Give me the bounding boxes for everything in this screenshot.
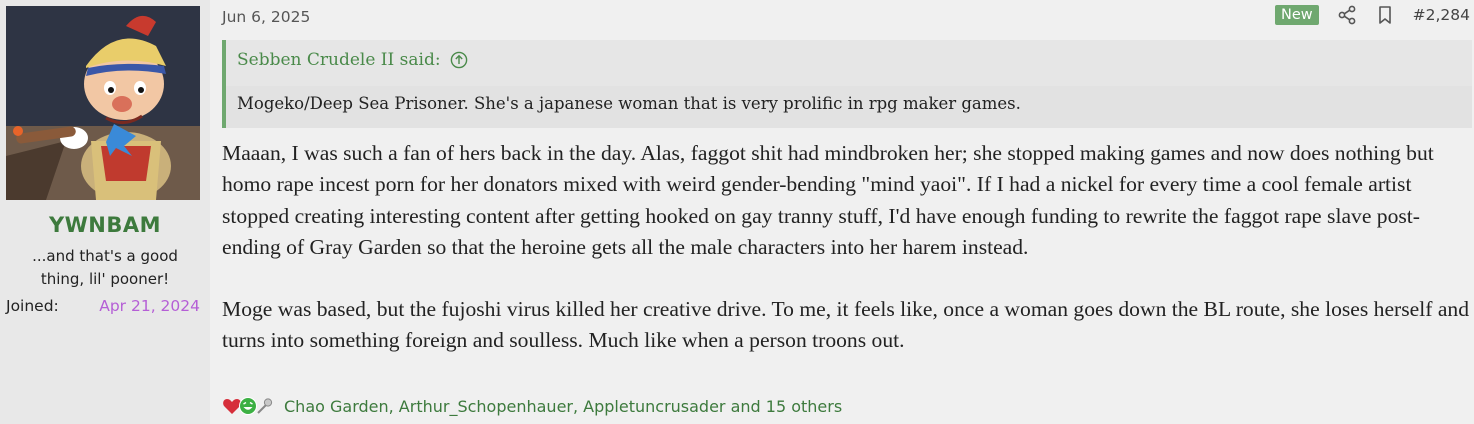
quote-block: Sebben Crudele II said: Mogeko/Deep Sea … [222, 40, 1472, 128]
joined-date: Apr 21, 2024 [99, 297, 200, 315]
avatar-image [6, 6, 200, 200]
post-number[interactable]: #2,284 [1413, 6, 1470, 24]
user-title: ...and that's a good thing, lil' pooner! [32, 247, 178, 288]
reaction-icons[interactable] [222, 396, 273, 416]
username[interactable]: YWNBAM [0, 213, 210, 237]
reactions-bar: Chao Garden, Arthur_Schopenhauer, Applet… [222, 396, 842, 416]
post-body: Maaan, I was such a fan of hers back in … [222, 138, 1472, 357]
post: Jun 6, 2025 New #2,284 Sebben Crudele II… [222, 0, 1474, 424]
quote-content: Mogeko/Deep Sea Prisoner. She's a japane… [226, 86, 1472, 128]
bookmark-icon[interactable] [1375, 5, 1395, 25]
user-sidebar: YWNBAM ...and that's a good thing, lil' … [0, 0, 210, 424]
joined-label: Joined: [6, 297, 59, 315]
quote-header: Sebben Crudele II said: [237, 50, 468, 70]
reaction-users[interactable]: Chao Garden, Arthur_Schopenhauer, Applet… [284, 397, 842, 416]
post-actions: New #2,284 [1274, 5, 1470, 25]
post-paragraph: Maaan, I was such a fan of hers back in … [222, 141, 1434, 259]
arrow-up-circle-icon[interactable] [450, 51, 468, 69]
quote-author[interactable]: Sebben Crudele II said: [237, 50, 441, 70]
microphone-icon [254, 396, 274, 416]
share-icon[interactable] [1337, 5, 1357, 25]
new-badge: New [1274, 5, 1319, 25]
quote-text: Mogeko/Deep Sea Prisoner. She's a japane… [237, 94, 1021, 113]
post-paragraph: Moge was based, but the fujoshi virus ki… [222, 297, 1469, 353]
avatar[interactable] [6, 6, 200, 200]
post-date[interactable]: Jun 6, 2025 [222, 8, 310, 26]
